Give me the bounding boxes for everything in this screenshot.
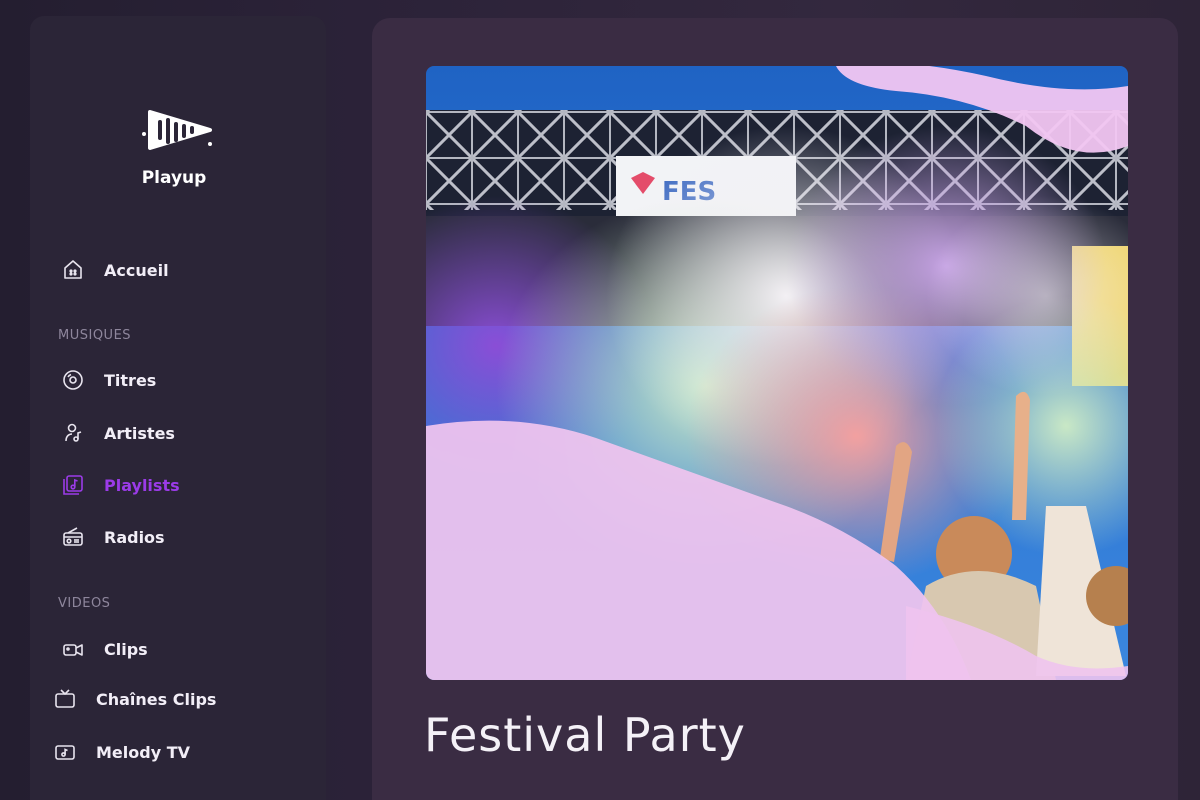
sidebar-item-melody-tv[interactable]: Melody TV bbox=[52, 736, 190, 768]
home-icon bbox=[60, 257, 86, 283]
sidebar-item-artistes[interactable]: Artistes bbox=[60, 417, 175, 449]
artist-icon bbox=[60, 420, 86, 446]
radio-icon bbox=[60, 524, 86, 550]
sidebar-item-label: Clips bbox=[104, 639, 148, 659]
music-tv-icon bbox=[52, 739, 78, 765]
section-label-musiques: MUSIQUES bbox=[58, 328, 132, 343]
sidebar-item-radios[interactable]: Radios bbox=[60, 521, 165, 553]
sidebar-item-label: Playlists bbox=[104, 475, 180, 495]
app-logo[interactable]: Playup bbox=[30, 106, 326, 188]
playlist-icon bbox=[60, 472, 86, 498]
sidebar-item-label: Chaînes Clips bbox=[96, 689, 217, 709]
sidebar-item-label: Accueil bbox=[104, 260, 169, 280]
playup-logo-icon bbox=[142, 110, 212, 150]
playlist-title: Festival Party bbox=[424, 708, 746, 762]
disc-icon bbox=[60, 367, 86, 393]
playlist-cover-image[interactable]: FES bbox=[426, 66, 1128, 680]
sidebar-item-playlists[interactable]: Playlists bbox=[60, 469, 180, 501]
app-name: Playup bbox=[141, 168, 207, 188]
sidebar-item-label: Radios bbox=[104, 527, 165, 547]
video-camera-icon bbox=[60, 636, 86, 662]
sidebar-item-label: Artistes bbox=[104, 423, 175, 443]
section-label-videos: VIDEOS bbox=[58, 596, 111, 611]
sidebar-item-titres[interactable]: Titres bbox=[60, 364, 156, 396]
sidebar-item-label: Melody TV bbox=[96, 742, 190, 762]
sidebar-item-accueil[interactable]: Accueil bbox=[60, 254, 169, 286]
sidebar-item-clips[interactable]: Clips bbox=[60, 633, 148, 665]
tv-icon bbox=[52, 686, 78, 712]
sidebar-item-chaines-clips[interactable]: Chaînes Clips bbox=[52, 683, 216, 715]
sidebar-item-label: Titres bbox=[104, 370, 157, 390]
